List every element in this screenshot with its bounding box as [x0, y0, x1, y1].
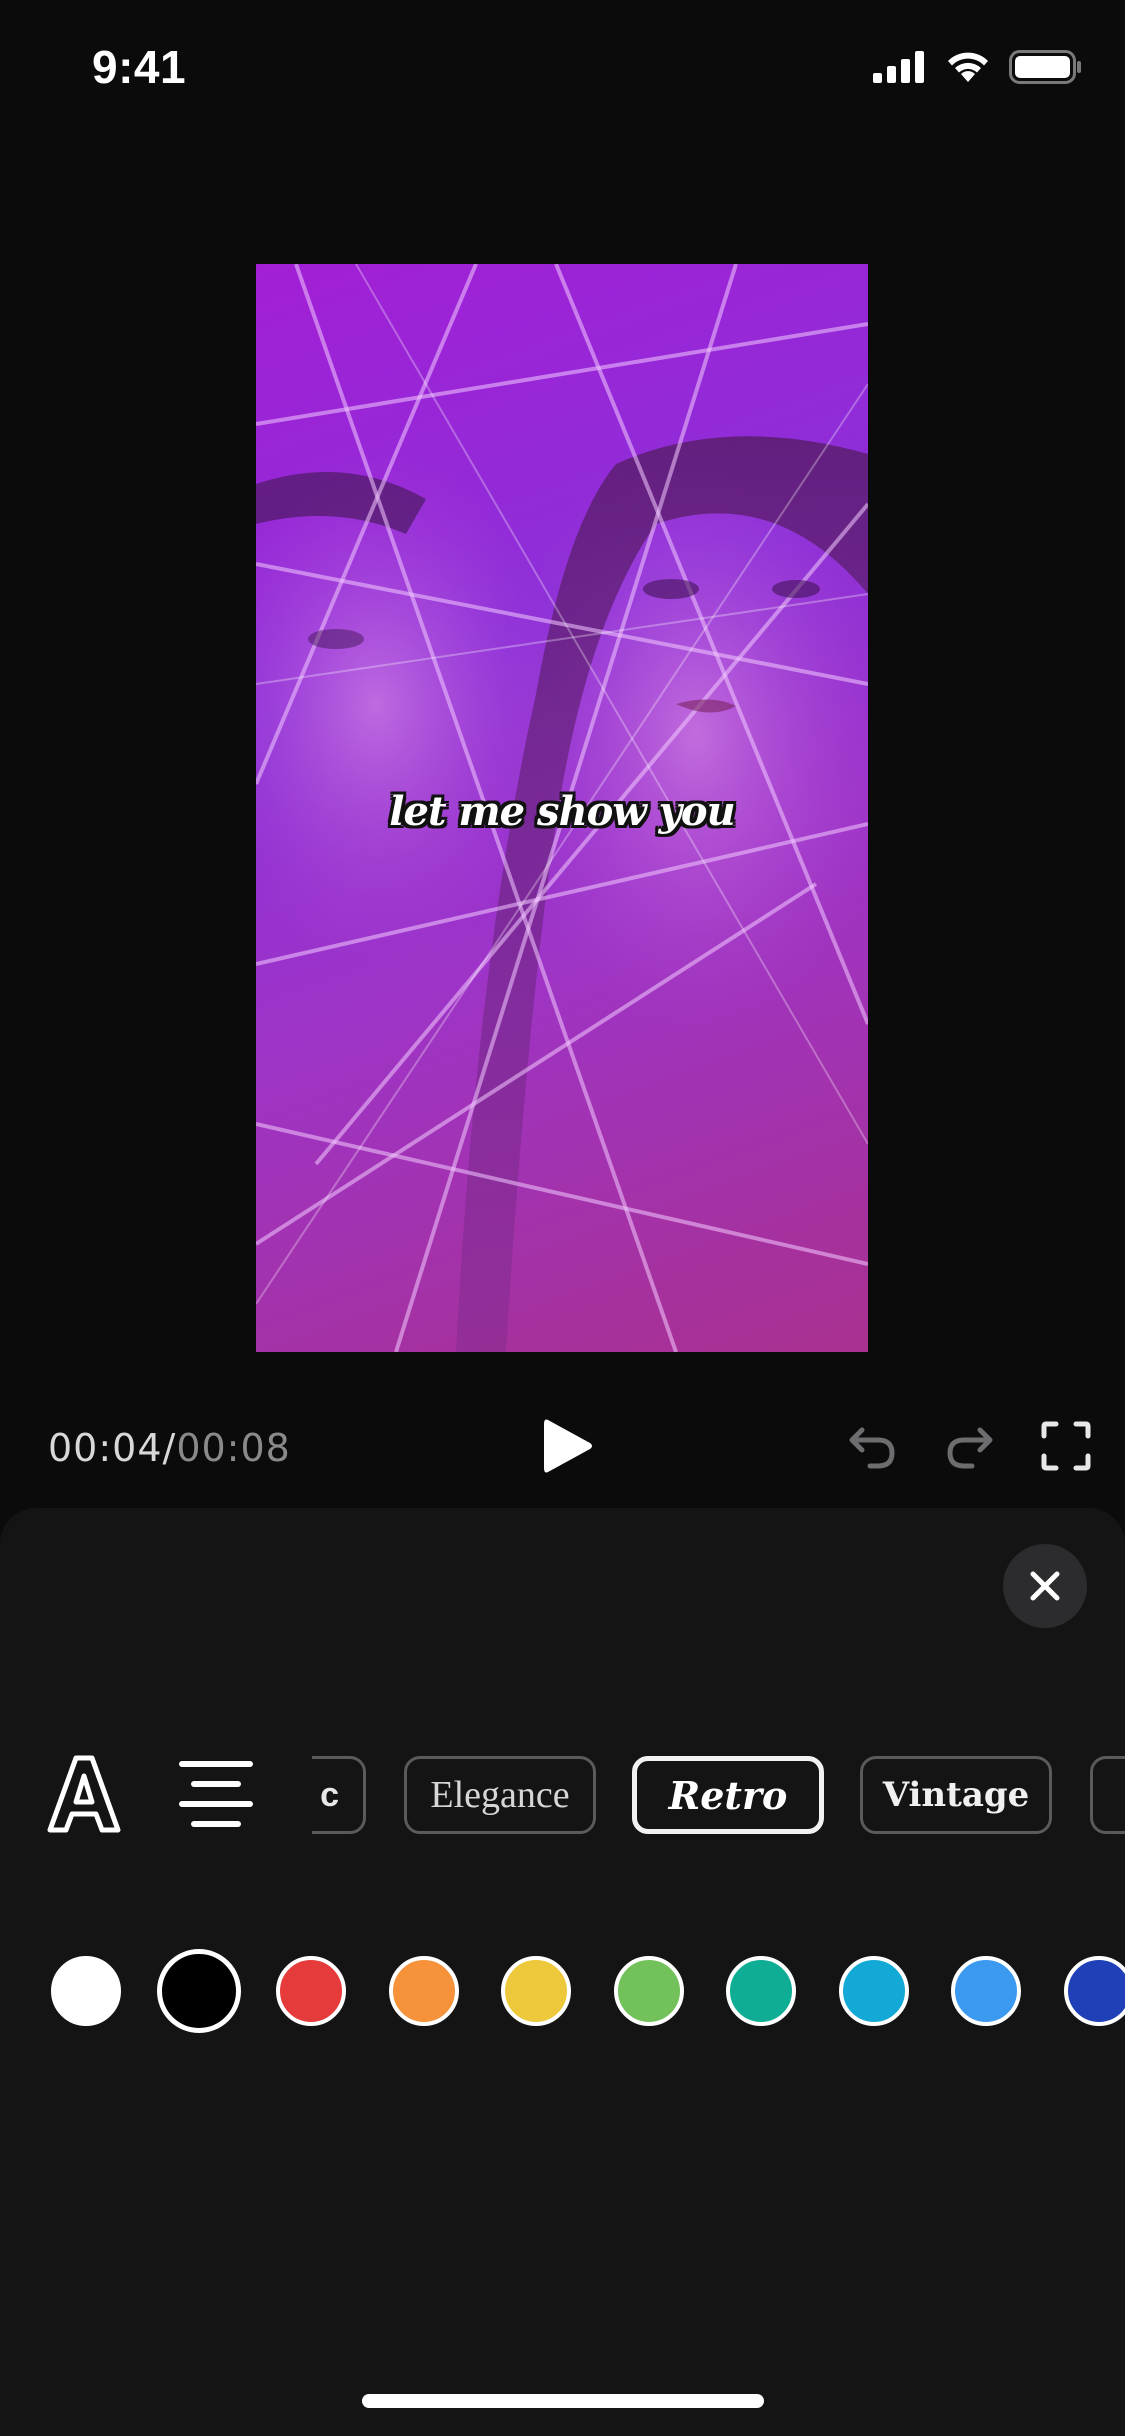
- fullscreen-button[interactable]: [1038, 1418, 1094, 1474]
- caption-text[interactable]: let me show you: [256, 788, 868, 835]
- status-time: 9:41: [92, 41, 187, 93]
- color-swatch[interactable]: [726, 1956, 796, 2026]
- text-style-icon: [47, 1755, 121, 1833]
- style-chip-retro[interactable]: Retro: [632, 1756, 824, 1834]
- style-chip-label: c: [320, 1775, 339, 1814]
- color-swatch[interactable]: [839, 1956, 909, 2026]
- color-swatch[interactable]: [1064, 1956, 1125, 2026]
- status-icons: [873, 50, 1083, 89]
- align-center-icon: [179, 1761, 253, 1827]
- style-chip-vintage[interactable]: Vintage: [860, 1756, 1052, 1834]
- text-style-sheet: c Elegance Retro Vintage: [0, 1508, 1125, 2436]
- color-swatch[interactable]: [51, 1956, 121, 2026]
- close-icon: [1030, 1571, 1060, 1601]
- total-time: 00:08: [176, 1426, 291, 1470]
- text-style-button[interactable]: [42, 1752, 126, 1836]
- current-time: 00:04: [48, 1426, 163, 1470]
- color-swatch[interactable]: [951, 1956, 1021, 2026]
- style-chip-partial[interactable]: c: [312, 1756, 366, 1834]
- video-preview[interactable]: let me show you: [256, 264, 868, 1352]
- undo-button[interactable]: [844, 1418, 900, 1474]
- style-chip-label: Vintage: [882, 1775, 1030, 1815]
- time-separator: /: [162, 1426, 177, 1470]
- play-button[interactable]: [538, 1416, 596, 1476]
- status-bar: 9:41: [0, 0, 1125, 140]
- wifi-icon: [945, 50, 991, 89]
- fullscreen-icon: [1041, 1421, 1091, 1471]
- color-swatch[interactable]: [276, 1956, 346, 2026]
- undo-icon: [849, 1427, 895, 1469]
- text-style-row: c Elegance Retro Vintage: [0, 1738, 1125, 1868]
- home-indicator: [362, 2394, 764, 2408]
- redo-button[interactable]: [942, 1418, 998, 1474]
- color-swatch[interactable]: [614, 1956, 684, 2026]
- play-icon: [544, 1419, 592, 1473]
- time-display: 00:04/00:08: [48, 1426, 291, 1470]
- align-button[interactable]: [174, 1752, 258, 1836]
- close-button[interactable]: [1003, 1544, 1087, 1628]
- style-chip-elegance[interactable]: Elegance: [404, 1756, 596, 1834]
- style-chip-label: Elegance: [430, 1774, 570, 1816]
- style-chip-next[interactable]: [1090, 1756, 1125, 1834]
- playback-bar: 00:04/00:08: [0, 1400, 1125, 1500]
- redo-icon: [947, 1427, 993, 1469]
- style-chip-label: Retro: [668, 1772, 788, 1818]
- color-palette: [0, 1948, 1125, 2048]
- color-swatch[interactable]: [501, 1956, 571, 2026]
- color-swatch[interactable]: [389, 1956, 459, 2026]
- style-presets-list[interactable]: c Elegance Retro Vintage: [312, 1738, 1125, 1868]
- color-swatch[interactable]: [157, 1949, 241, 2033]
- battery-icon: [1009, 50, 1083, 89]
- cellular-signal-icon: [873, 51, 927, 88]
